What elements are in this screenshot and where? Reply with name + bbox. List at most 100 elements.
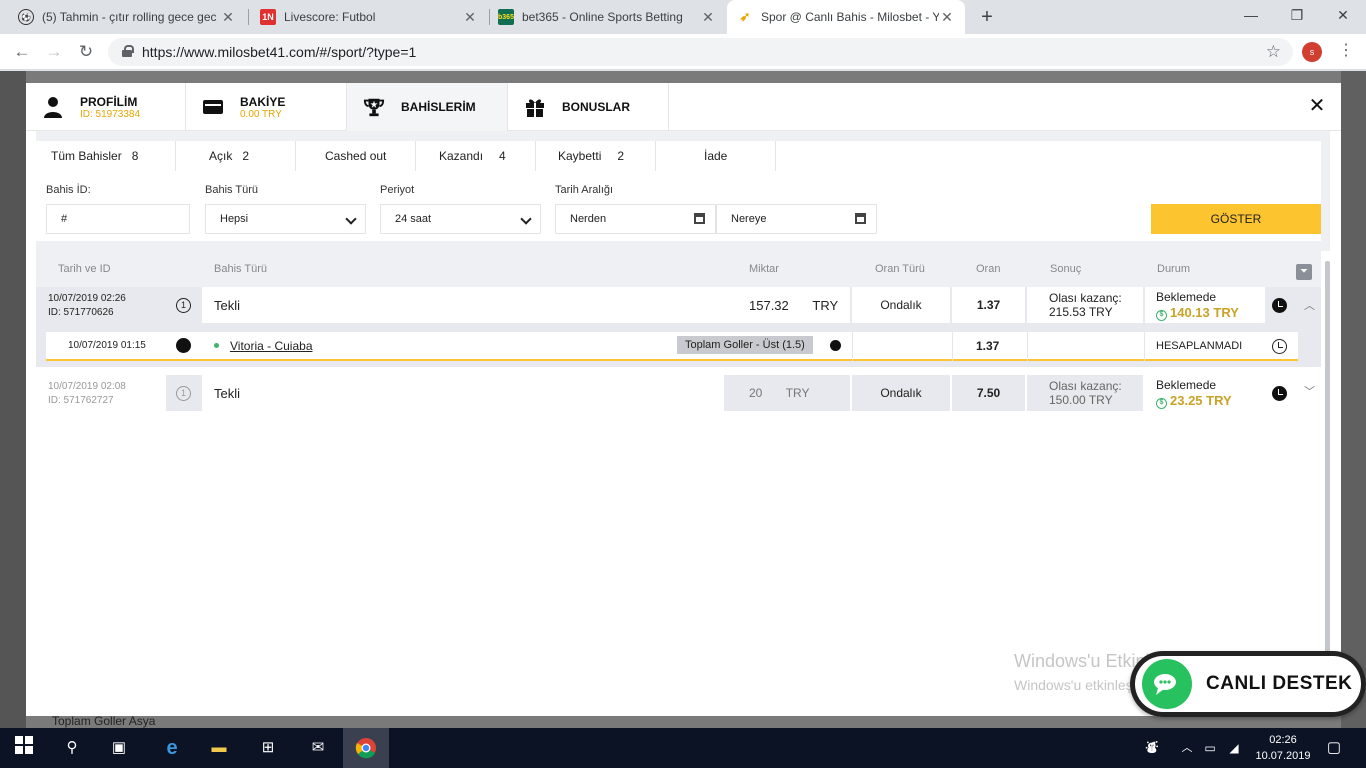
mail-icon[interactable]: ✉ — [306, 736, 330, 760]
filter-label: Kazandı — [439, 149, 484, 163]
match-link[interactable]: Vitoria - Cuiaba — [230, 339, 313, 353]
browser-tab-3[interactable]: b365 bet365 - Online Sports Betting ✕ — [488, 0, 726, 34]
notifications-icon[interactable]: ▢ — [1322, 736, 1346, 760]
filter-all-bets[interactable]: Tüm Bahisler 8 — [36, 141, 176, 171]
expand-all-icon[interactable]: ⏷ — [1296, 264, 1312, 280]
result-cell: Olası kazanç: 215.53 TRY — [1027, 287, 1143, 323]
scrollbar[interactable] — [1325, 261, 1330, 696]
divider — [1144, 332, 1145, 361]
bet-id-input[interactable]: # — [46, 204, 190, 234]
table-header: Tarih ve ID Bahis Türü Miktar Oran Türü … — [36, 251, 1321, 287]
filter-open[interactable]: Açık 2 — [176, 141, 296, 171]
filter-cashed-out[interactable]: Cashed out — [296, 141, 416, 171]
tab-title: Spor @ Canlı Bahis - Milosbet - Y — [761, 10, 939, 24]
profile-avatar[interactable]: s — [1302, 42, 1322, 62]
status-cell: Beklemede $23.25 TRY — [1145, 375, 1265, 411]
tab-profile[interactable]: PROFİLİM ID: 51973384 — [26, 83, 186, 131]
calendar-icon — [855, 213, 866, 224]
header-bet-type: Bahis Türü — [214, 263, 267, 275]
file-explorer-icon[interactable]: ▬ — [207, 736, 231, 760]
modal-close-icon[interactable]: ✕ — [1306, 95, 1328, 117]
back-arrow-icon[interactable]: ← — [10, 40, 34, 64]
odds-cell: 1.37 — [952, 287, 1025, 323]
url-omnibox[interactable]: https://www.milosbet41.com/#/sport/?type… — [108, 38, 1293, 66]
store-icon[interactable]: ⊞ — [256, 736, 280, 760]
account-modal: PROFİLİM ID: 51973384 BAKİYE 0.00 TRY BA… — [26, 83, 1341, 716]
table-row[interactable]: 10/07/2019 02:26 ID: 571770626 1 Tekli 1… — [36, 287, 1321, 323]
wifi-icon[interactable]: ◢ — [1222, 736, 1246, 760]
system-clock[interactable]: 02:26 10.07.2019 — [1253, 732, 1313, 764]
gift-icon — [524, 96, 546, 118]
expand-icon[interactable]: ﹀ — [1304, 383, 1315, 399]
filter-won[interactable]: Kazandı 4 — [416, 141, 536, 171]
browser-tab-2[interactable]: 1N Livescore: Futbol ✕ — [250, 0, 488, 34]
amount-value: 20 — [749, 386, 763, 400]
livescore-icon: 1N — [260, 9, 276, 25]
header-status: Durum — [1157, 263, 1191, 275]
close-icon[interactable]: ✕ — [700, 9, 716, 26]
result-value: 215.53 TRY — [1049, 305, 1113, 319]
filter-count: 2 — [242, 149, 250, 163]
forward-arrow-icon[interactable]: → — [42, 40, 66, 64]
edge-icon[interactable]: e — [160, 736, 184, 760]
bet-type-select[interactable]: Hepsi — [205, 204, 366, 234]
chrome-taskbar-button[interactable] — [343, 728, 389, 768]
result-label: Olası kazanç: — [1049, 379, 1122, 393]
cashout-value: 23.25 TRY — [1170, 393, 1232, 408]
maximize-button[interactable]: ❐ — [1274, 0, 1320, 30]
chevron-up-icon[interactable]: ︿ — [1175, 736, 1199, 760]
divider — [952, 332, 953, 361]
table-row[interactable]: 10/07/2019 02:08 ID: 571762727 1 Tekli 2… — [36, 375, 1321, 411]
period-select[interactable]: 24 saat — [380, 204, 541, 234]
filter-label: İade — [704, 149, 728, 163]
filter-lost[interactable]: Kaybetti 2 — [536, 141, 656, 171]
date-id-cell: 10/07/2019 02:26 ID: 571770626 — [36, 287, 166, 323]
period-label: Periyot — [380, 184, 415, 196]
date-to-input[interactable]: Nereye — [716, 204, 877, 234]
new-tab-button[interactable]: + — [975, 5, 999, 29]
browser-tab-1[interactable]: ⚽ (5) Tahmin - çıtır rolling gece gec ✕ — [8, 0, 246, 34]
star-icon[interactable]: ☆ — [1266, 42, 1281, 62]
info-icon[interactable] — [830, 340, 841, 351]
windows-start-icon[interactable] — [12, 736, 36, 760]
bet-count-icon: 1 — [176, 386, 191, 401]
date-from-input[interactable]: Nerden — [555, 204, 716, 234]
cashout-value: 140.13 TRY — [1170, 305, 1239, 320]
tab-balance[interactable]: BAKİYE 0.00 TRY — [186, 83, 347, 131]
profile-id: ID: 51973384 — [80, 108, 141, 120]
bet-type-cell: Tekli — [202, 287, 724, 323]
close-icon[interactable]: ✕ — [939, 9, 955, 26]
cashout-amount[interactable]: $140.13 TRY — [1156, 305, 1265, 321]
menu-dots-icon[interactable]: ⋮ — [1338, 40, 1354, 60]
url-text[interactable]: https://www.milosbet41.com/#/sport/?type… — [142, 44, 416, 60]
window-close-button[interactable]: ✕ — [1320, 0, 1366, 30]
clock-date: 10.07.2019 — [1255, 750, 1311, 762]
minimize-button[interactable]: — — [1228, 0, 1274, 30]
cashout-amount[interactable]: $23.25 TRY — [1156, 393, 1265, 409]
task-view-icon[interactable]: ▣ — [107, 736, 131, 760]
search-icon[interactable]: ⚲ — [60, 736, 84, 760]
bet-date: 10/07/2019 02:26 — [48, 293, 126, 304]
chevron-down-icon — [345, 213, 357, 225]
background-footer-text: Toplam Goller Asya — [52, 714, 156, 728]
date-to-placeholder: Nereye — [731, 213, 767, 225]
modal-tabs: PROFİLİM ID: 51973384 BAKİYE 0.00 TRY BA… — [26, 83, 1341, 131]
reload-icon[interactable]: ↻ — [74, 40, 98, 64]
bet-type-cell: Tekli — [202, 375, 724, 411]
bet-id: ID: 571770626 — [48, 307, 114, 318]
battery-icon[interactable]: ▭ — [1198, 736, 1222, 760]
divider — [852, 332, 853, 361]
filter-refund[interactable]: İade — [656, 141, 776, 171]
show-button[interactable]: GÖSTER — [1151, 204, 1321, 234]
close-icon[interactable]: ✕ — [220, 9, 236, 26]
collapse-icon[interactable]: ︿ — [1304, 297, 1315, 313]
browser-tab-4[interactable]: ➶ Spor @ Canlı Bahis - Milosbet - Y ✕ — [727, 0, 965, 34]
people-icon[interactable]: ⛇ — [1140, 736, 1164, 760]
filter-count: 2 — [617, 149, 625, 163]
tab-bonuses[interactable]: BONUSLAR — [508, 83, 669, 131]
header-amount: Miktar — [749, 263, 779, 275]
tab-my-bets[interactable]: BAHİSLERİM — [347, 83, 508, 131]
close-icon[interactable]: ✕ — [462, 9, 478, 26]
soccer-ball-icon: ⚽ — [18, 9, 34, 25]
live-support-button[interactable]: CANLI DESTEK — [1130, 651, 1366, 717]
